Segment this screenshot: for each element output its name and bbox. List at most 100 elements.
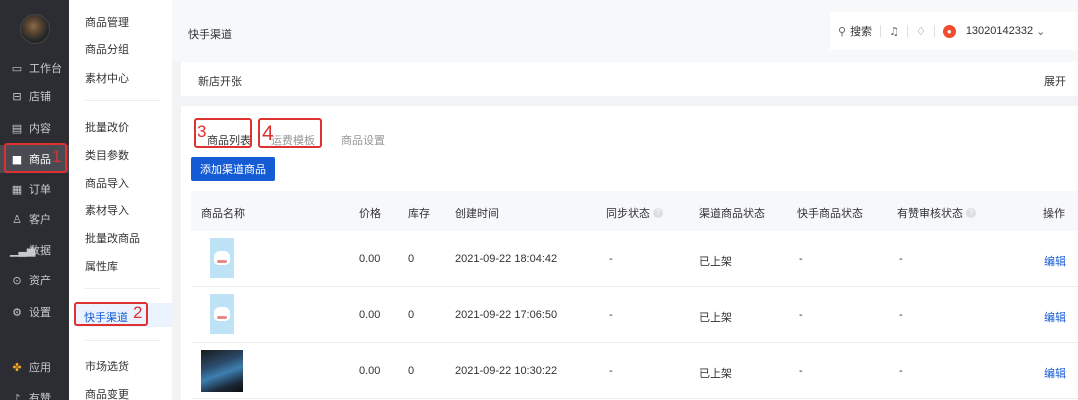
youzan-icon: ♪ [13, 391, 21, 400]
account-phone: 13020142332 [965, 25, 1034, 37]
nav-item-customers[interactable]: ♙ 客户 [0, 205, 69, 233]
order-icon: ▦ [11, 182, 23, 196]
col-audit-status: 有赞审核状态? [897, 205, 976, 221]
col-price: 价格 [359, 208, 381, 220]
sub-item-market-select[interactable]: 市场选货 [85, 358, 129, 374]
sub-item-goods-manage[interactable]: 商品管理 [85, 14, 129, 30]
table-header: 商品名称 价格 库存 创建时间 同步状态? 渠道商品状态 快手商品状态 有赞审核… [191, 191, 1078, 231]
nav-item-assets[interactable]: ⊙ 资产 [0, 266, 69, 294]
store-icon: ⊟ [12, 89, 22, 103]
page-title: 快手渠道 [188, 29, 232, 41]
nav-item-store[interactable]: ⊟ 店铺 [0, 82, 69, 110]
edit-link[interactable]: 编辑 [1044, 309, 1066, 325]
avatar[interactable] [20, 14, 50, 44]
cell-ks-status: - [799, 309, 803, 321]
nav-item-youzan[interactable]: ♪ 有赞 [0, 384, 69, 400]
sub-sidebar: 商品管理 商品分组 素材中心 批量改价 类目参数 商品导入 素材导入 批量改商品… [69, 0, 172, 400]
edit-link[interactable]: 编辑 [1044, 365, 1066, 381]
sub-item-material-import[interactable]: 素材导入 [85, 202, 129, 218]
notice-text: 新店开张 [198, 76, 242, 88]
bell-icon: ♢ [915, 24, 926, 38]
cell-audit: - [899, 253, 903, 265]
tab-goods-settings[interactable]: 商品设置 [341, 132, 385, 148]
header-toolbar: ⚲ 搜索 ♫ ♢ ● 13020142332 ⌄ [830, 12, 1078, 50]
expand-link[interactable]: 展开 [1044, 73, 1066, 89]
cell-ks-status: - [799, 253, 803, 265]
main-sidebar: ▭ 工作台 ⊟ 店铺 ▤ 内容 ■ 商品 ▦ 订单 ♙ 客户 ▁▃▅ 数据 ⊙ 资产 ⚙ 设置 ✤… [0, 0, 69, 400]
nav-item-data[interactable]: ▁▃▅ 数据 [0, 236, 69, 264]
table-row: 0.00 0 2021-09-22 17:06:50 - 已上架 - - 编辑 [191, 287, 1078, 343]
table-row: 0.00 0 2021-09-22 10:30:22 - 已上架 - - 编辑 [191, 343, 1078, 399]
goods-thumbnail[interactable] [210, 294, 234, 334]
money-icon: ⊙ [12, 273, 22, 287]
cell-audit: - [899, 309, 903, 321]
support-button[interactable]: ♫ [881, 24, 908, 38]
annotation-number-1: 1 [52, 147, 62, 166]
sub-item-goods-group[interactable]: 商品分组 [85, 41, 129, 57]
chevron-down-icon: ⌄ [1036, 24, 1046, 38]
monitor-icon: ▭ [11, 61, 23, 75]
search-icon: ⚲ [838, 24, 847, 38]
cell-ks-status: - [799, 365, 803, 377]
sub-item-attribute-lib[interactable]: 属性库 [85, 258, 118, 274]
sub-item-goods-import[interactable]: 商品导入 [85, 175, 129, 191]
cat-sticker-image [214, 307, 230, 321]
cat-sticker-image [214, 251, 230, 265]
sneaker-thumbnail[interactable] [201, 350, 243, 392]
cell-created: 2021-09-22 10:30:22 [455, 365, 558, 377]
document-icon: ▤ [11, 121, 23, 135]
cell-stock: 0 [408, 253, 415, 265]
bar-chart-icon: ▁▃▅ [10, 243, 36, 257]
headset-icon: ♫ [889, 24, 899, 38]
divider [85, 340, 160, 341]
cell-created: 2021-09-22 18:04:42 [455, 253, 558, 265]
sub-item-material-center[interactable]: 素材中心 [85, 70, 129, 86]
nav-item-settings[interactable]: ⚙ 设置 [0, 298, 69, 326]
annotation-number-3: 3 [197, 122, 207, 141]
sub-item-batch-price[interactable]: 批量改价 [85, 119, 129, 135]
help-icon[interactable]: ? [653, 208, 663, 218]
sub-item-category-params[interactable]: 类目参数 [85, 147, 129, 163]
gear-icon: ⚙ [12, 305, 22, 319]
cell-price: 0.00 [359, 253, 381, 265]
annotation-number-2: 2 [133, 303, 143, 322]
divider [85, 288, 160, 289]
cell-sync: - [609, 253, 613, 265]
nav-item-content[interactable]: ▤ 内容 [0, 114, 69, 142]
col-created: 创建时间 [455, 208, 499, 220]
cell-channel-status: 已上架 [699, 312, 732, 324]
annotation-number-4: 4 [262, 122, 274, 145]
notification-button[interactable]: ♢ [908, 24, 935, 38]
cell-price: 0.00 [359, 309, 381, 321]
col-stock: 库存 [408, 208, 430, 220]
col-goods-name: 商品名称 [201, 208, 245, 220]
sub-item-kuaishou-channel[interactable]: 快手渠道 [84, 309, 128, 325]
sub-item-goods-change[interactable]: 商品变更 [85, 386, 129, 400]
sub-item-batch-edit[interactable]: 批量改商品 [85, 230, 140, 246]
cell-sync: - [609, 365, 613, 377]
cell-channel-status: 已上架 [699, 256, 732, 268]
shop-logo-icon: ● [942, 24, 956, 38]
help-icon[interactable]: ? [966, 208, 976, 218]
notice-bar: 新店开张 展开 [181, 62, 1078, 96]
cell-stock: 0 [408, 365, 415, 377]
divider [85, 100, 160, 101]
nav-item-workbench[interactable]: ▭ 工作台 [0, 54, 69, 82]
goods-thumbnail[interactable] [210, 238, 234, 278]
account-menu[interactable]: ● 13020142332 ⌄ [935, 24, 1054, 38]
cell-created: 2021-09-22 17:06:50 [455, 309, 558, 321]
cell-sync: - [609, 309, 613, 321]
cell-price: 0.00 [359, 365, 381, 377]
nav-item-orders[interactable]: ▦ 订单 [0, 175, 69, 203]
main-card: 商品列表 运费模板 商品设置 添加渠道商品 商品名称 价格 库存 创建时间 同步… [181, 106, 1078, 400]
cell-audit: - [899, 365, 903, 377]
top-header: 快手渠道 ⚲ 搜索 ♫ ♢ ● 13020142332 ⌄ [172, 0, 1078, 62]
nav-item-apps[interactable]: ✤ 应用 [0, 353, 69, 381]
edit-link[interactable]: 编辑 [1044, 253, 1066, 269]
col-sync-status: 同步状态? [606, 205, 663, 221]
cell-stock: 0 [408, 309, 415, 321]
search-button[interactable]: ⚲ 搜索 [830, 24, 882, 38]
col-action: 操作 [1043, 208, 1065, 220]
add-channel-goods-button[interactable]: 添加渠道商品 [191, 157, 275, 181]
apps-icon: ✤ [12, 360, 22, 374]
